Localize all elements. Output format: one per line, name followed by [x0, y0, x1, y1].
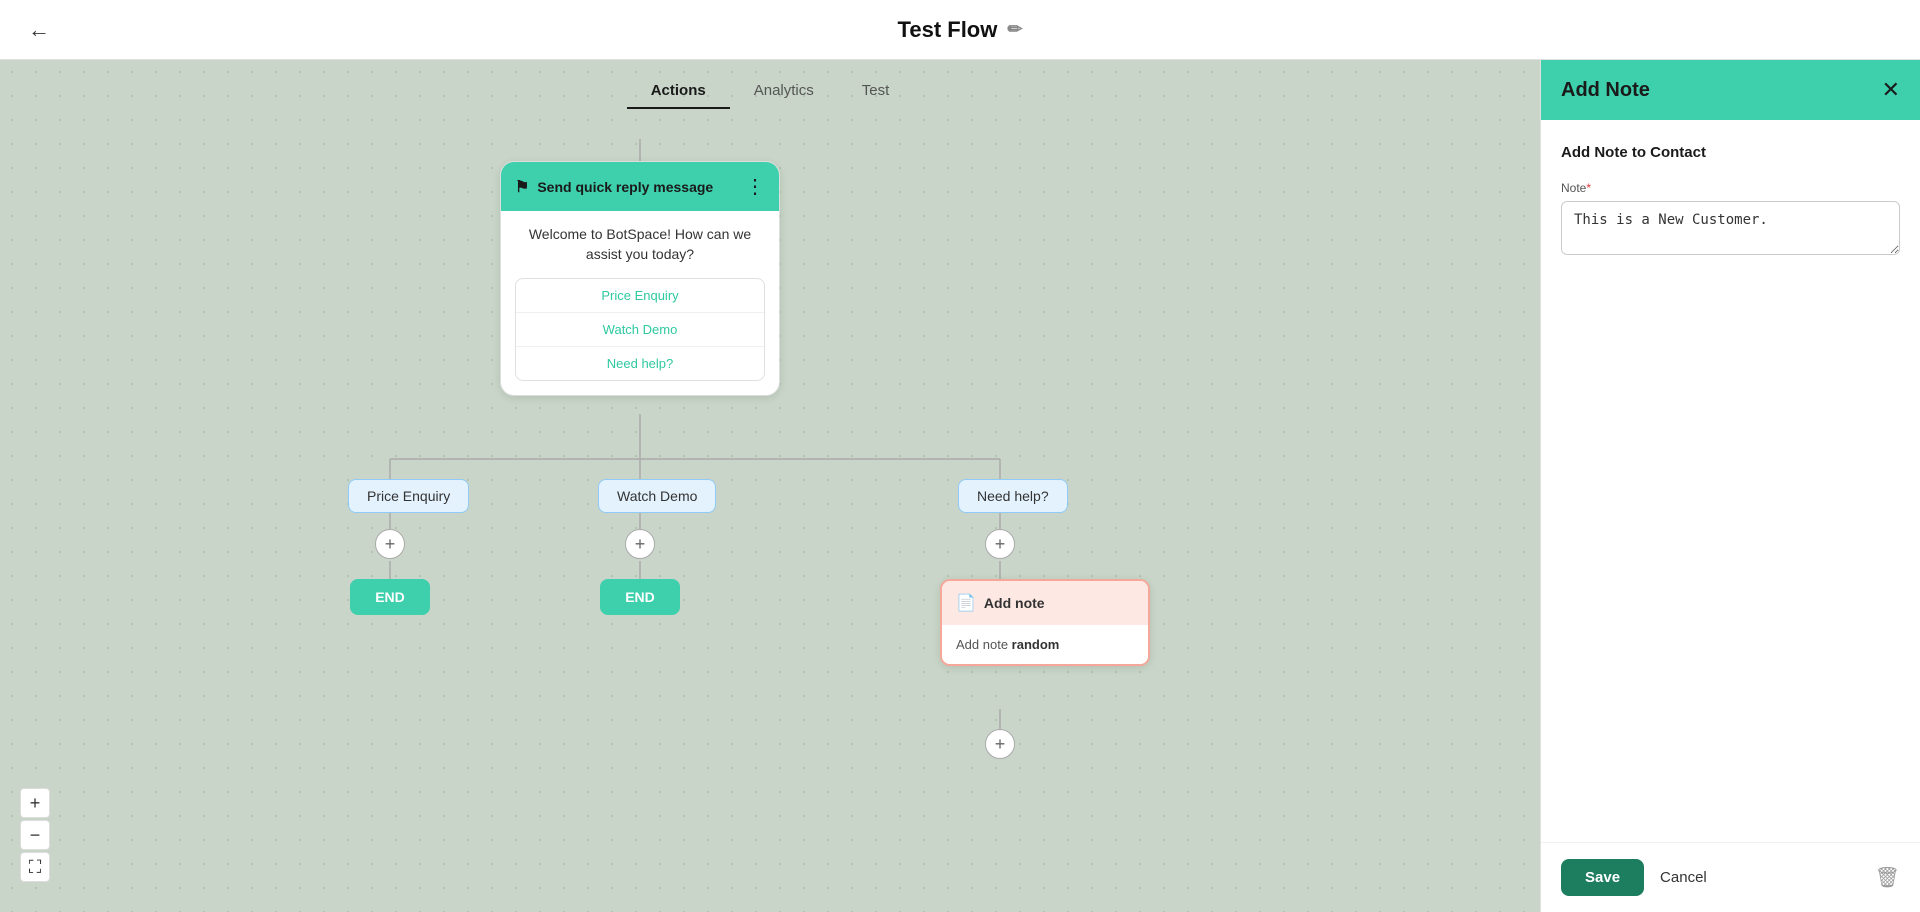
zoom-in-button[interactable]: +	[20, 788, 50, 818]
save-button[interactable]: Save	[1561, 859, 1644, 896]
reply-option-2[interactable]: Watch Demo	[516, 313, 764, 347]
right-panel: Add Note ✕ Add Note to Contact Note* Sav…	[1540, 60, 1920, 912]
panel-title: Add Note	[1561, 79, 1650, 102]
message-node-text: Welcome to BotSpace! How can we assist y…	[515, 225, 765, 264]
reply-options: Price Enquiry Watch Demo Need help?	[515, 278, 765, 381]
tabs-bar: Actions Analytics Test	[0, 60, 1540, 109]
zoom-controls: + − ⛶	[20, 788, 50, 882]
zoom-fit-button[interactable]: ⛶	[20, 852, 50, 882]
flag-icon: ⚑	[515, 177, 529, 197]
add-note-body: Add note random	[942, 625, 1148, 664]
panel-section-title: Add Note to Contact	[1561, 144, 1900, 161]
delete-button[interactable]: 🗑	[1875, 865, 1900, 890]
zoom-out-button[interactable]: −	[20, 820, 50, 850]
add-circle-2[interactable]: +	[625, 529, 655, 559]
add-circle-1[interactable]: +	[375, 529, 405, 559]
branch-need-help[interactable]: Need help?	[958, 479, 1068, 513]
note-input[interactable]	[1561, 201, 1900, 255]
flow-diagram: ⚑ Send quick reply message ⋮ Welcome to …	[0, 109, 1540, 912]
app-header: ← Test Flow ✏	[0, 0, 1920, 60]
add-note-label: Add note	[984, 595, 1045, 611]
edit-title-icon[interactable]: ✏	[1007, 19, 1022, 40]
reply-option-3[interactable]: Need help?	[516, 347, 764, 380]
tab-actions[interactable]: Actions	[627, 74, 730, 109]
main-layout: Actions Analytics Test	[0, 60, 1920, 912]
note-field-label: Note*	[1561, 181, 1900, 195]
message-node: ⚑ Send quick reply message ⋮ Welcome to …	[500, 161, 780, 396]
branch-watch-demo[interactable]: Watch Demo	[598, 479, 716, 513]
reply-option-1[interactable]: Price Enquiry	[516, 279, 764, 313]
message-node-title: Send quick reply message	[537, 179, 713, 195]
add-note-body-prefix: Add note	[956, 637, 1012, 652]
tab-test[interactable]: Test	[838, 74, 914, 109]
add-note-header: 📄 Add note	[942, 581, 1148, 625]
more-options-icon[interactable]: ⋮	[745, 174, 765, 199]
page-title: Test Flow ✏	[898, 17, 1023, 43]
message-node-header: ⚑ Send quick reply message ⋮	[501, 162, 779, 211]
cancel-button[interactable]: Cancel	[1660, 869, 1707, 886]
back-button[interactable]: ←	[20, 13, 58, 47]
branch-price-enquiry[interactable]: Price Enquiry	[348, 479, 469, 513]
add-note-body-bold: random	[1012, 637, 1060, 652]
panel-header: Add Note ✕	[1541, 60, 1920, 120]
panel-body: Add Note to Contact Note*	[1541, 120, 1920, 842]
panel-close-button[interactable]: ✕	[1882, 77, 1900, 103]
end-btn-2[interactable]: END	[600, 579, 680, 615]
add-circle-bottom[interactable]: +	[985, 729, 1015, 759]
panel-footer: Save Cancel 🗑	[1541, 842, 1920, 912]
message-node-body: Welcome to BotSpace! How can we assist y…	[501, 211, 779, 395]
end-btn-1[interactable]: END	[350, 579, 430, 615]
add-circle-3[interactable]: +	[985, 529, 1015, 559]
add-note-node: 📄 Add note Add note random	[940, 579, 1150, 666]
note-doc-icon: 📄	[956, 593, 976, 613]
tab-analytics[interactable]: Analytics	[730, 74, 838, 109]
field-required-marker: *	[1586, 181, 1591, 195]
flow-canvas-area: Actions Analytics Test	[0, 60, 1540, 912]
